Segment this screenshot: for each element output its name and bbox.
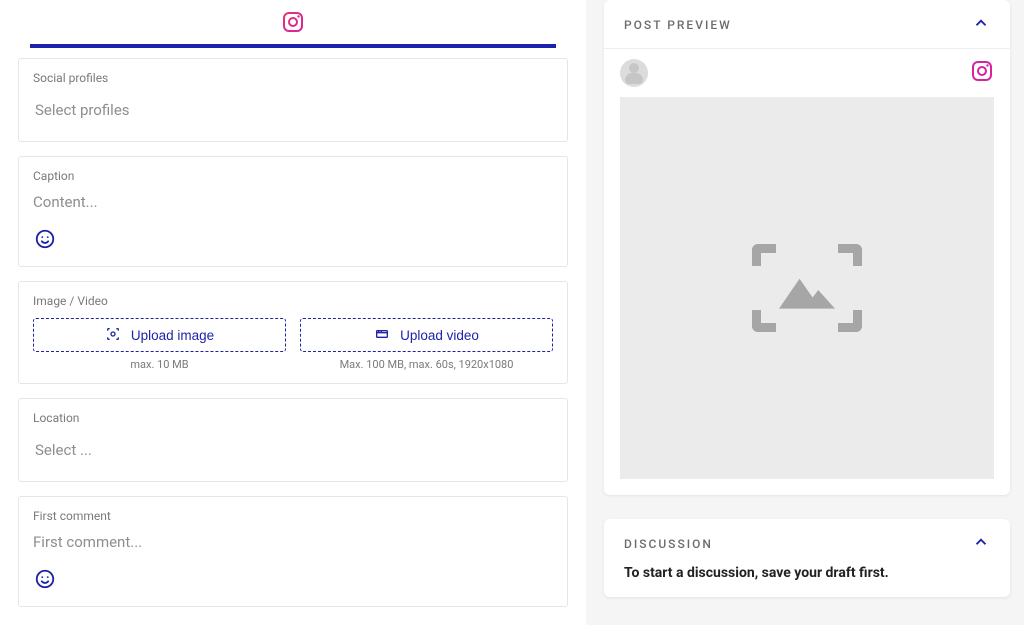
chevron-up-icon — [972, 533, 990, 555]
upload-image-button[interactable]: Upload image — [33, 318, 286, 352]
composer-tab-bar — [30, 0, 556, 48]
upload-video-label: Upload video — [400, 328, 479, 343]
upload-video-button[interactable]: Upload video — [300, 318, 553, 352]
upload-image-icon — [105, 326, 121, 345]
first-comment-input[interactable]: First comment... — [33, 533, 553, 551]
image-placeholder-icon — [752, 244, 862, 332]
media-label: Image / Video — [33, 294, 553, 308]
instagram-icon — [281, 10, 305, 34]
social-profiles-section: Social profiles Select profiles — [18, 58, 568, 142]
emoji-picker-button[interactable] — [33, 567, 57, 591]
first-comment-label: First comment — [33, 509, 553, 523]
post-preview-card: POST PREVIEW — [604, 0, 1010, 495]
caption-section: Caption Content... — [18, 156, 568, 267]
caption-label: Caption — [33, 169, 553, 183]
upload-video-hint: Max. 100 MB, max. 60s, 1920x1080 — [340, 358, 514, 371]
composer-panel: Social profiles Select profiles Caption … — [0, 0, 586, 625]
caption-input[interactable]: Content... — [33, 193, 553, 211]
location-section: Location Select ... — [18, 398, 568, 482]
first-comment-section: First comment First comment... — [18, 496, 568, 607]
instagram-icon — [970, 59, 994, 87]
upload-video-icon — [374, 326, 390, 345]
emoji-picker-button[interactable] — [33, 227, 57, 251]
location-label: Location — [33, 411, 553, 425]
discussion-card: DISCUSSION To start a discussion, save y… — [604, 519, 1010, 597]
social-profiles-select[interactable]: Select profiles — [33, 95, 553, 129]
preview-media-placeholder — [620, 97, 994, 479]
social-profiles-label: Social profiles — [33, 71, 553, 85]
location-select[interactable]: Select ... — [33, 435, 553, 469]
upload-image-label: Upload image — [131, 328, 214, 343]
discussion-header[interactable]: DISCUSSION — [604, 519, 1010, 565]
post-preview-header[interactable]: POST PREVIEW — [604, 0, 1010, 49]
discussion-empty-message: To start a discussion, save your draft f… — [604, 565, 1010, 597]
avatar — [620, 59, 648, 87]
discussion-title: DISCUSSION — [624, 537, 713, 551]
media-section: Image / Video Upload image max. 10 MB — [18, 281, 568, 384]
chevron-up-icon — [972, 14, 990, 36]
upload-image-hint: max. 10 MB — [130, 358, 188, 371]
post-preview-title: POST PREVIEW — [624, 18, 732, 32]
